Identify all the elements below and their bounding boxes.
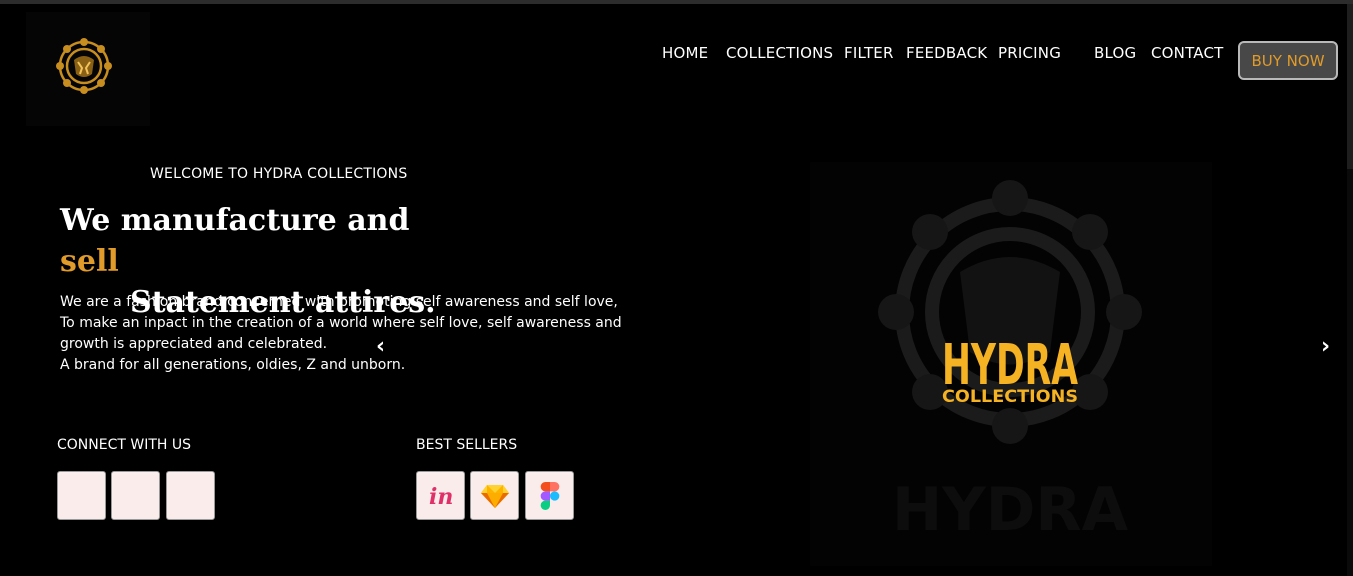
best-seller-sketch[interactable] — [470, 471, 519, 520]
best-seller-invision[interactable]: in — [416, 471, 465, 520]
site-logo[interactable] — [26, 12, 150, 126]
brand-sub-text: COLLECTIONS — [942, 387, 1078, 407]
connect-title: CONNECT WITH US — [57, 437, 191, 453]
window-top-border — [0, 0, 1353, 4]
best-sellers-title: BEST SELLERS — [416, 437, 518, 453]
headline-accent: sell — [60, 244, 119, 279]
social-link-3[interactable] — [166, 471, 215, 520]
social-link-1[interactable] — [57, 471, 106, 520]
svg-text:in: in — [429, 484, 453, 510]
svg-text:HYDRA: HYDRA — [892, 475, 1129, 545]
carousel-prev-button[interactable]: ‹ — [376, 334, 385, 359]
scrollbar-thumb[interactable] — [1347, 4, 1353, 169]
nav-filter[interactable]: FILTER — [844, 44, 894, 62]
nav-home[interactable]: HOME — [662, 44, 708, 62]
sketch-icon — [480, 484, 509, 508]
carousel-next-button[interactable]: › — [1321, 334, 1330, 359]
headline-part1: We manufacture and — [60, 203, 410, 238]
description-line: A brand for all generations, oldies, Z a… — [60, 357, 406, 373]
hydra-brand-logo: HYDRA HYDRA COLLECTIONS — [878, 180, 1142, 545]
description-line: To make an inpact in the creation of a w… — [60, 315, 622, 331]
description-line: growth is appreciated and celebrated. — [60, 336, 328, 352]
nav-feedback[interactable]: FEEDBACK — [906, 44, 987, 62]
hydra-emblem-icon — [56, 38, 112, 94]
nav-contact[interactable]: CONTACT — [1151, 44, 1224, 62]
figma-icon — [540, 481, 559, 510]
best-seller-figma[interactable] — [525, 471, 574, 520]
nav-blog[interactable]: BLOG — [1094, 44, 1136, 62]
welcome-text: WELCOME TO HYDRA COLLECTIONS — [150, 166, 408, 182]
nav-collections[interactable]: COLLECTIONS — [726, 44, 833, 62]
description-line: We are a fashion brand concerned with pr… — [60, 294, 618, 310]
hero-description: We are a fashion brand concerned with pr… — [60, 292, 660, 376]
social-link-2[interactable] — [111, 471, 160, 520]
buy-now-button[interactable]: BUY NOW — [1238, 41, 1338, 80]
invision-icon: in — [429, 484, 453, 510]
carousel-slide-image: HYDRA HYDRA COLLECTIONS — [810, 162, 1212, 566]
nav-pricing[interactable]: PRICING — [998, 44, 1061, 62]
